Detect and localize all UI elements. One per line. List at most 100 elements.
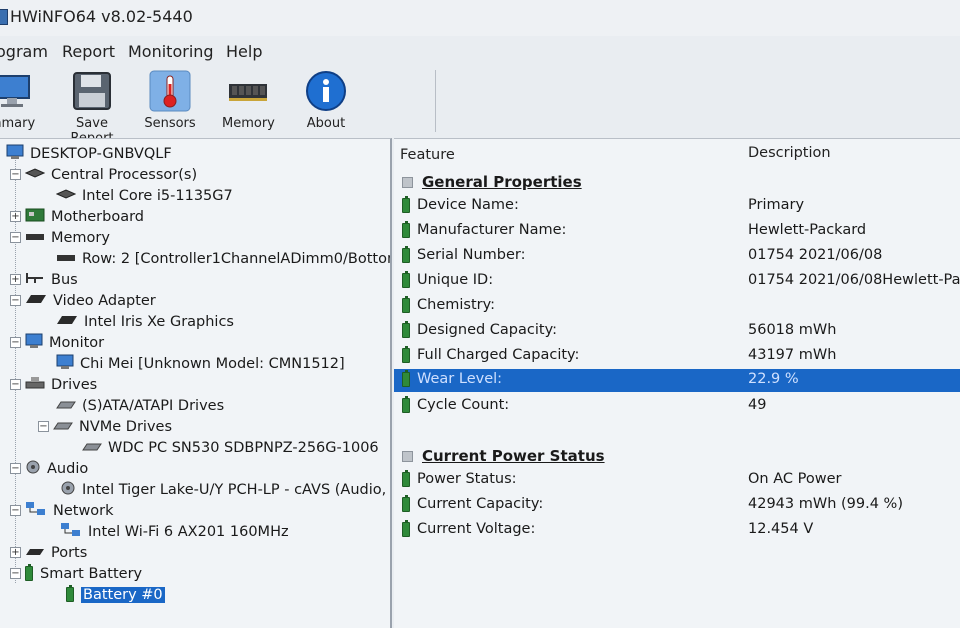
tree-item-root[interactable]: DESKTOP-GNBVQLF bbox=[6, 143, 172, 164]
feature-label: Unique ID: bbox=[417, 272, 494, 288]
feature-value: Hewlett-Packard bbox=[748, 222, 867, 238]
app-icon bbox=[0, 9, 8, 25]
collapse-toggle[interactable]: − bbox=[10, 169, 21, 180]
bus-icon bbox=[25, 271, 45, 289]
tree-item-nvme-ssd[interactable]: WDC PC SN530 SDBPNPZ-256G-1006 bbox=[82, 437, 379, 458]
device-tree: DESKTOP-GNBVQLF − Central Processor(s) I… bbox=[0, 138, 392, 628]
save-report-button[interactable]: Save Report bbox=[54, 70, 130, 146]
collapse-toggle[interactable]: − bbox=[10, 463, 21, 474]
detail-row-selected[interactable]: Wear Level: 22.9 % bbox=[394, 369, 960, 392]
memory-button[interactable]: Memory bbox=[222, 70, 275, 131]
tree-label: Drives bbox=[51, 376, 98, 393]
collapse-toggle[interactable]: − bbox=[10, 295, 21, 306]
collapse-toggle[interactable]: − bbox=[38, 421, 49, 432]
feature-value: 01754 2021/06/08Hewlett-Pack bbox=[748, 272, 960, 288]
section-icon bbox=[402, 176, 413, 188]
memory-module-icon bbox=[56, 251, 76, 267]
feature-value: 42943 mWh (99.4 %) bbox=[748, 496, 903, 512]
toolbar: mmary Save Report Sensors Memory About bbox=[0, 64, 960, 146]
detail-row[interactable]: Chemistry: bbox=[394, 295, 960, 318]
tree-item-battery-0[interactable]: Battery #0 bbox=[66, 584, 165, 605]
expand-toggle[interactable]: + bbox=[10, 274, 21, 285]
feature-label: Current Capacity: bbox=[417, 496, 544, 512]
collapse-toggle[interactable]: − bbox=[10, 505, 21, 516]
tree-item-cpu[interactable]: Intel Core i5-1135G7 bbox=[55, 185, 233, 206]
detail-row[interactable]: Current Voltage: 12.454 V bbox=[394, 519, 960, 542]
battery-icon bbox=[402, 270, 410, 288]
menu-program[interactable]: ogram bbox=[0, 42, 48, 61]
tree-item-monitor[interactable]: − Monitor bbox=[10, 332, 104, 353]
tree-item-memory[interactable]: − Memory bbox=[10, 227, 110, 248]
info-icon bbox=[305, 70, 347, 112]
window-title: HWiNFO64 v8.02-5440 bbox=[10, 7, 193, 26]
sensors-button[interactable]: Sensors bbox=[144, 70, 196, 131]
tree-label: Row: 2 [Controller1ChannelADimm0/Bottom- bbox=[82, 250, 392, 267]
column-header-feature[interactable]: Feature bbox=[400, 147, 455, 163]
column-header-description[interactable]: Description bbox=[748, 145, 831, 161]
about-button[interactable]: About bbox=[304, 70, 348, 131]
battery-icon bbox=[402, 469, 410, 487]
detail-row[interactable]: Unique ID: 01754 2021/06/08Hewlett-Pack bbox=[394, 270, 960, 293]
collapse-toggle[interactable]: − bbox=[10, 337, 21, 348]
section-title: Current Power Status bbox=[422, 447, 605, 465]
detail-row[interactable]: Cycle Count: 49 bbox=[394, 395, 960, 418]
feature-value: 49 bbox=[748, 397, 767, 413]
tree-item-ports[interactable]: + Ports bbox=[10, 542, 87, 563]
tree-item-gpu[interactable]: Intel Iris Xe Graphics bbox=[56, 311, 234, 332]
tree-item-audio-device[interactable]: Intel Tiger Lake-U/Y PCH-LP - cAVS (Audi… bbox=[60, 479, 386, 500]
video-card-icon bbox=[56, 314, 78, 330]
menu-bar: ogram Report Monitoring Help bbox=[0, 38, 960, 64]
section-current-power-status: Current Power Status bbox=[402, 447, 605, 465]
tree-item-video-adapter[interactable]: − Video Adapter bbox=[10, 290, 156, 311]
tree-label: Intel Wi-Fi 6 AX201 160MHz bbox=[88, 523, 289, 540]
menu-monitoring[interactable]: Monitoring bbox=[128, 42, 214, 61]
tree-item-drives[interactable]: − Drives bbox=[10, 374, 97, 395]
tree-item-sata-drives[interactable]: (S)ATA/ATAPI Drives bbox=[56, 395, 224, 416]
menu-report[interactable]: Report bbox=[62, 42, 115, 61]
battery-icon bbox=[402, 494, 410, 512]
feature-value: Primary bbox=[748, 197, 805, 213]
detail-row[interactable]: Designed Capacity: 56018 mWh bbox=[394, 320, 960, 343]
tree-item-wifi-adapter[interactable]: Intel Wi-Fi 6 AX201 160MHz bbox=[60, 521, 289, 542]
tree-label: WDC PC SN530 SDBPNPZ-256G-1006 bbox=[108, 439, 379, 456]
motherboard-icon bbox=[25, 208, 45, 226]
detail-row[interactable]: Device Name: Primary bbox=[394, 195, 960, 218]
detail-row[interactable]: Manufacturer Name: Hewlett-Packard bbox=[394, 220, 960, 243]
battery-icon bbox=[402, 519, 410, 537]
tree-label: Video Adapter bbox=[53, 292, 156, 309]
detail-row[interactable]: Serial Number: 01754 2021/06/08 bbox=[394, 245, 960, 268]
collapse-toggle[interactable]: − bbox=[10, 568, 21, 579]
tree-item-nvme-drives[interactable]: − NVMe Drives bbox=[38, 416, 172, 437]
tree-item-monitor-model[interactable]: Chi Mei [Unknown Model: CMN1512] bbox=[56, 353, 345, 374]
feature-label: Current Voltage: bbox=[417, 521, 536, 537]
feature-value: 01754 2021/06/08 bbox=[748, 247, 883, 263]
tree-label: Intel Core i5-1135G7 bbox=[82, 187, 233, 204]
tree-item-bus[interactable]: + Bus bbox=[10, 269, 78, 290]
feature-value: 56018 mWh bbox=[748, 322, 837, 338]
detail-row[interactable]: Full Charged Capacity: 43197 mWh bbox=[394, 345, 960, 368]
tree-item-memory-row[interactable]: Row: 2 [Controller1ChannelADimm0/Bottom- bbox=[56, 248, 392, 269]
thermometer-icon bbox=[149, 70, 191, 112]
expand-toggle[interactable]: + bbox=[10, 211, 21, 222]
detail-row[interactable]: Power Status: On AC Power bbox=[394, 469, 960, 492]
battery-icon bbox=[402, 320, 410, 338]
tree-item-audio[interactable]: − Audio bbox=[10, 458, 88, 479]
tree-item-network[interactable]: − Network bbox=[10, 500, 114, 521]
tree-label: Central Processor(s) bbox=[51, 166, 198, 183]
expand-toggle[interactable]: + bbox=[10, 547, 21, 558]
menu-help[interactable]: Help bbox=[226, 42, 262, 61]
tree-item-central-processor[interactable]: − Central Processor(s) bbox=[10, 164, 197, 185]
tree-label: NVMe Drives bbox=[79, 418, 173, 435]
about-label: About bbox=[306, 116, 346, 131]
collapse-toggle[interactable]: − bbox=[10, 379, 21, 390]
feature-label: Chemistry: bbox=[417, 297, 496, 313]
video-card-icon bbox=[25, 293, 47, 309]
summary-button[interactable]: mmary bbox=[0, 70, 42, 131]
battery-icon bbox=[402, 245, 410, 263]
battery-icon bbox=[402, 220, 410, 238]
tree-item-motherboard[interactable]: + Motherboard bbox=[10, 206, 144, 227]
detail-row[interactable]: Current Capacity: 42943 mWh (99.4 %) bbox=[394, 494, 960, 517]
speaker-icon bbox=[60, 480, 76, 500]
tree-item-smart-battery[interactable]: − Smart Battery bbox=[10, 563, 142, 584]
collapse-toggle[interactable]: − bbox=[10, 232, 21, 243]
